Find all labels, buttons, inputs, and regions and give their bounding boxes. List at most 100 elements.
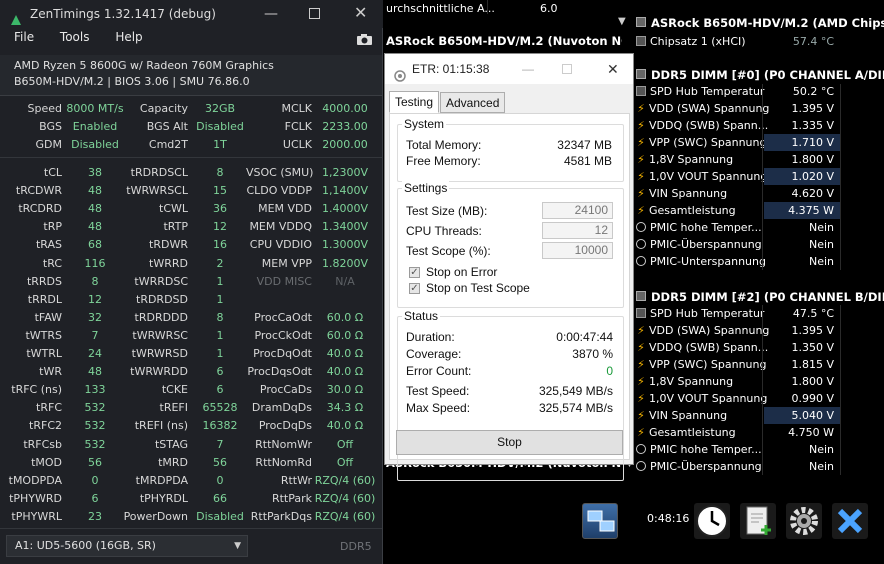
zt-row-l2: tWRRD: [149, 256, 188, 270]
menu-help[interactable]: Help: [115, 30, 142, 44]
hw-sensor-row[interactable]: ⚡ 1,8V Spannung: [636, 151, 733, 168]
camera-icon[interactable]: [356, 33, 373, 46]
zt-row-v2: 2: [216, 256, 224, 270]
hw-sensor-row[interactable]: SPD Hub Temperatur: [636, 83, 764, 100]
close-button[interactable]: ✕: [354, 0, 367, 27]
menu-file[interactable]: File: [14, 30, 34, 44]
close-icon[interactable]: [832, 503, 868, 539]
hw-sensor-row[interactable]: PMIC hohe Temper...: [636, 441, 762, 458]
zt-top-l3: MCLK: [281, 102, 312, 115]
zt-row-v1: 48: [88, 184, 102, 198]
stop-on-scope-checkbox[interactable]: ✓: [409, 283, 420, 294]
hw-sensor-value: 1.800 V: [791, 375, 834, 388]
chip-icon: [636, 17, 646, 27]
hw-dimm0-header[interactable]: DDR5 DIMM [#0] (P0 CHANNEL A/DIMM: [651, 65, 884, 85]
minimize-button[interactable]: —: [522, 54, 534, 84]
zt-top-v1: Disabled: [71, 138, 119, 151]
hw-sensor-row[interactable]: ⚡ 1,0V VOUT Spannung: [636, 390, 767, 407]
zt-row-v1: 7: [91, 328, 99, 342]
network-icon[interactable]: [582, 503, 618, 539]
hw-sensor-row[interactable]: ⚡ VIN Spannung: [636, 407, 727, 424]
zt-row-v1: 532: [84, 401, 106, 415]
maximize-button[interactable]: [309, 8, 320, 19]
cpu-threads-input[interactable]: 12: [542, 222, 613, 239]
zt-row-l1: tFAW: [34, 310, 62, 324]
hw-sensor-row[interactable]: ⚡ VDDQ (SWB) Spann...: [636, 117, 768, 134]
zt-top-l3: UCLK: [282, 138, 312, 151]
zt-row-v3: 30.0 Ω: [326, 383, 364, 397]
zt-row-v1: 56: [88, 455, 102, 469]
hw-sensor-row[interactable]: ⚡ VDDQ (SWB) Spann...: [636, 339, 768, 356]
maximize-button[interactable]: [562, 64, 572, 74]
zt-row-l3: ProcCaOdt: [254, 310, 312, 324]
hw-sensor-row[interactable]: PMIC-Unterspannung: [636, 253, 766, 270]
status-group-title: Status: [402, 309, 441, 323]
zt-row-v2: 6: [216, 365, 224, 379]
test-size-input[interactable]: 24100: [542, 202, 613, 219]
hw-sensor-value: Nein: [808, 443, 834, 456]
zt-row-v3: 1.4000V: [321, 202, 368, 216]
stop-button[interactable]: Stop: [396, 430, 623, 455]
hw-sensor-value: 1.020 V: [764, 168, 840, 185]
zt-row-v3: RZQ/4 (60): [314, 509, 376, 523]
hw-sensor-value: 1.800 V: [791, 153, 834, 166]
hw-dimm2-header[interactable]: DDR5 DIMM [#2] (P0 CHANNEL B/DIMM: [651, 287, 884, 307]
hw-nuvoton-header[interactable]: ASRock B650M-HDV/M.2 (Nuvoton NCT67: [386, 31, 622, 51]
zt-row-l1: tWTRL: [26, 347, 62, 360]
hw-sensor-row[interactable]: SPD Hub Temperatur: [636, 305, 764, 322]
zt-row-l3: MEM VDD: [258, 202, 312, 216]
hw-sensor-row[interactable]: ⚡ Gesamtleistung: [636, 202, 736, 219]
dimm-select[interactable]: A1: UD5-5600 (16GB, SR) ▼: [6, 535, 248, 557]
settings-group-title: Settings: [402, 181, 450, 195]
hw-sensor-row[interactable]: ⚡ 1,0V VOUT Spannung: [636, 168, 767, 185]
zt-titlebar[interactable]: ZenTimings 1.32.1417 (debug) — ✕: [0, 0, 383, 28]
hw-sensor-label: 1,8V Spannung: [649, 375, 734, 388]
tab-testing[interactable]: Testing: [389, 91, 440, 113]
zt-row-l1: tRFC: [36, 401, 62, 415]
stop-on-error-checkbox[interactable]: ✓: [409, 267, 420, 278]
chip-icon: [636, 291, 646, 301]
hw-sensor-row[interactable]: ⚡ Gesamtleistung: [636, 424, 736, 441]
close-button[interactable]: ✕: [607, 54, 619, 84]
hw-sensor-row[interactable]: ⚡ VPP (SWC) Spannung: [636, 356, 766, 373]
zt-row-l2: tRTP: [163, 220, 188, 234]
zt-row-l2: tCWL: [159, 202, 188, 216]
hw-sensor-row[interactable]: ⚡ VPP (SWC) Spannung: [636, 134, 766, 151]
hw-sensor-label: VDD (SWA) Spannung: [649, 102, 770, 115]
zt-row-l3: RttPark: [271, 491, 312, 505]
hw-chipset-header[interactable]: ASRock B650M-HDV/M.2 (AMD Chipsat: [651, 13, 884, 33]
zt-row-l3: [246, 291, 312, 309]
hw-sensor-value: 4.375 W: [764, 202, 840, 219]
zt-row-l2: tWRWRSD: [131, 347, 188, 360]
minimize-button[interactable]: —: [264, 0, 278, 28]
etr-titlebar[interactable]: ETR: 01:15:38 — ✕: [385, 54, 633, 84]
hw-sensor-value: 1.335 V: [791, 119, 834, 132]
hw-chipset-row: Chipsatz 1 (xHCI): [636, 33, 746, 50]
clock-icon[interactable]: [694, 503, 730, 539]
hw-sensor-label: VIN Spannung: [649, 187, 728, 200]
hw-sensor-row[interactable]: PMIC hohe Temper...: [636, 219, 762, 236]
hw-sensor-label: 1,8V Spannung: [649, 153, 734, 166]
zt-top-l1: Speed: [27, 102, 62, 115]
menu-tools[interactable]: Tools: [60, 30, 90, 44]
hw-sensor-row[interactable]: ⚡ VIN Spannung: [636, 185, 727, 202]
hw-sensor-label: VPP (SWC) Spannung: [649, 136, 767, 149]
hw-sensor-row[interactable]: ⚡ 1,8V Spannung: [636, 373, 733, 390]
hw-sensor-value: 1.395 V: [791, 102, 834, 115]
tab-advanced[interactable]: Advanced: [440, 92, 506, 113]
hw-sensor-row[interactable]: ⚡ VDD (SWA) Spannung: [636, 322, 769, 339]
gear-icon[interactable]: [786, 503, 822, 539]
hw-sensor-row[interactable]: PMIC-Überspannung: [636, 458, 762, 475]
zt-row-v2: 0: [216, 473, 224, 487]
zt-row-v3: 40.0 Ω: [326, 365, 364, 379]
zt-row-v3: 1,2300V: [321, 166, 368, 179]
hw-sensor-row[interactable]: PMIC-Überspannung: [636, 236, 762, 253]
collapse-icon[interactable]: ▼: [618, 16, 626, 27]
hw-sensor-row[interactable]: ⚡ VDD (SWA) Spannung: [636, 100, 769, 117]
status-icon: [636, 222, 646, 232]
report-icon[interactable]: [740, 503, 776, 539]
voltage-icon: ⚡: [637, 324, 645, 337]
chip-icon: [636, 69, 646, 79]
zt-row-l3: RttNomWr: [255, 437, 312, 451]
test-scope-input[interactable]: 10000: [542, 242, 613, 259]
